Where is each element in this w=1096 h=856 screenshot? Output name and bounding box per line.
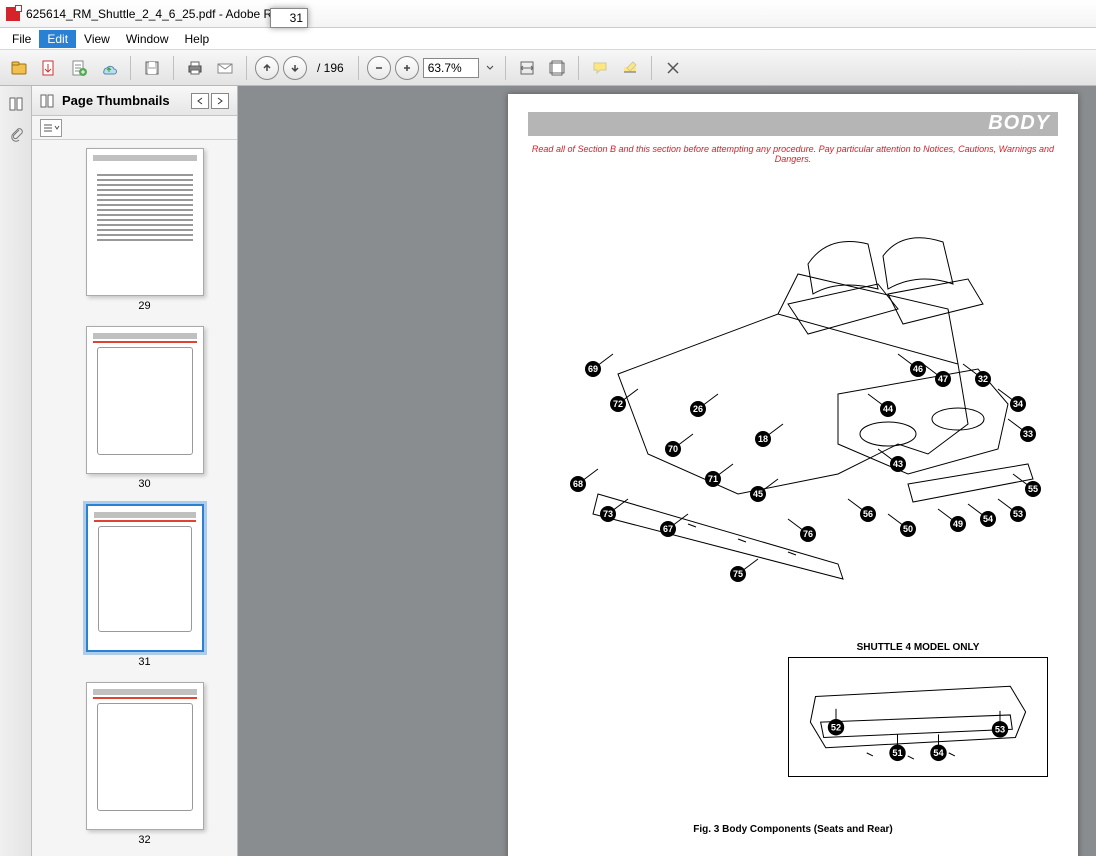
main-area: Page Thumbnails 29 30 31: [0, 86, 1096, 856]
page-number-input[interactable]: [270, 8, 308, 28]
title-bar: 625614_RM_Shuttle_2_4_6_25.pdf - Adobe R…: [0, 0, 1096, 28]
svg-text:72: 72: [613, 399, 623, 409]
page-total-label: / 196: [317, 61, 344, 75]
zoom-input[interactable]: [423, 58, 479, 78]
document-viewport[interactable]: BODY Read all of Section B and this sect…: [238, 86, 1096, 856]
zoom-in-button[interactable]: [395, 56, 419, 80]
inset-label: SHUTTLE 4 MODEL ONLY: [788, 642, 1048, 653]
svg-text:18: 18: [758, 434, 768, 444]
svg-text:53: 53: [1013, 509, 1023, 519]
create-pdf-button[interactable]: [66, 55, 92, 81]
toolbar: / 196: [0, 50, 1096, 86]
svg-text:76: 76: [803, 529, 813, 539]
zoom-out-button[interactable]: [367, 56, 391, 80]
thumbnail-32[interactable]: 32: [52, 682, 237, 846]
svg-text:34: 34: [1013, 399, 1023, 409]
read-mode-button[interactable]: [660, 55, 686, 81]
svg-text:44: 44: [883, 404, 893, 414]
separator: [505, 56, 506, 80]
thumbnails-list[interactable]: 29 30 31 32 33: [32, 140, 237, 856]
separator: [651, 56, 652, 80]
svg-text:50: 50: [903, 524, 913, 534]
zoom-dropdown[interactable]: [483, 64, 497, 72]
thumbnails-panel: Page Thumbnails 29 30 31: [32, 86, 238, 856]
main-figure: 69 72 26 70 68 73 67 71 18 45 75 76 56 50 43 44 46 47 32 34…: [538, 194, 1048, 624]
thumbnails-title: Page Thumbnails: [62, 93, 183, 108]
svg-text:55: 55: [1028, 484, 1038, 494]
next-page-button[interactable]: [283, 56, 307, 80]
menu-view[interactable]: View: [76, 30, 118, 48]
thumbnails-options-bar: [32, 116, 237, 140]
svg-text:52: 52: [831, 722, 841, 732]
thumb-label: 29: [52, 300, 237, 312]
svg-text:46: 46: [913, 364, 923, 374]
separator: [358, 56, 359, 80]
svg-text:68: 68: [573, 479, 583, 489]
separator: [130, 56, 131, 80]
attachments-tab-icon[interactable]: [6, 124, 26, 144]
thumb-nav-prev[interactable]: [191, 93, 209, 109]
save-button[interactable]: [139, 55, 165, 81]
thumb-label: 32: [52, 834, 237, 846]
inset-figure: SHUTTLE 4 MODEL ONLY 52 51 54 53: [788, 642, 1048, 782]
separator: [578, 56, 579, 80]
thumbnail-31[interactable]: 31: [52, 504, 237, 668]
warning-text: Read all of Section B and this section b…: [528, 144, 1058, 164]
menu-edit[interactable]: Edit: [39, 30, 76, 48]
comment-button[interactable]: [587, 55, 613, 81]
print-button[interactable]: [182, 55, 208, 81]
send-cloud-button[interactable]: [96, 55, 122, 81]
svg-text:54: 54: [983, 514, 993, 524]
svg-text:56: 56: [863, 509, 873, 519]
export-pdf-button[interactable]: [36, 55, 62, 81]
menu-window[interactable]: Window: [118, 30, 177, 48]
window-title: 625614_RM_Shuttle_2_4_6_25.pdf - Adobe R…: [26, 7, 303, 21]
svg-text:67: 67: [663, 524, 673, 534]
svg-text:26: 26: [693, 404, 703, 414]
nav-rail: [0, 86, 32, 856]
highlight-button[interactable]: [617, 55, 643, 81]
menu-help[interactable]: Help: [177, 30, 218, 48]
svg-text:45: 45: [753, 489, 763, 499]
thumbnails-header: Page Thumbnails: [32, 86, 237, 116]
svg-text:71: 71: [708, 474, 718, 484]
thumbnails-options-button[interactable]: [40, 119, 62, 137]
thumbnail-29[interactable]: 29: [52, 148, 237, 312]
section-title: BODY: [988, 112, 1050, 135]
email-button[interactable]: [212, 55, 238, 81]
fit-page-button[interactable]: [544, 55, 570, 81]
svg-text:73: 73: [603, 509, 613, 519]
svg-text:33: 33: [1023, 429, 1033, 439]
prev-page-button[interactable]: [255, 56, 279, 80]
open-button[interactable]: [6, 55, 32, 81]
menu-bar: File Edit View Window Help: [0, 28, 1096, 50]
thumb-nav-next[interactable]: [211, 93, 229, 109]
svg-text:54: 54: [933, 748, 944, 758]
fit-width-button[interactable]: [514, 55, 540, 81]
figure-caption: Fig. 3 Body Components (Seats and Rear): [508, 824, 1078, 835]
pdf-icon: [6, 7, 20, 21]
section-header-bar: [528, 112, 1058, 136]
pdf-page: BODY Read all of Section B and this sect…: [508, 94, 1078, 856]
svg-text:43: 43: [893, 459, 903, 469]
thumbnail-30[interactable]: 30: [52, 326, 237, 490]
separator: [173, 56, 174, 80]
menu-file[interactable]: File: [4, 30, 39, 48]
svg-text:70: 70: [668, 444, 678, 454]
svg-text:49: 49: [953, 519, 963, 529]
thumbnails-icon: [40, 94, 54, 108]
svg-text:51: 51: [892, 748, 902, 758]
separator: [246, 56, 247, 80]
svg-text:69: 69: [588, 364, 598, 374]
svg-text:53: 53: [995, 724, 1005, 734]
svg-text:32: 32: [978, 374, 988, 384]
svg-text:47: 47: [938, 374, 948, 384]
thumb-label: 30: [52, 478, 237, 490]
thumbnails-tab-icon[interactable]: [6, 94, 26, 114]
thumb-label: 31: [52, 656, 237, 668]
svg-text:75: 75: [733, 569, 743, 579]
